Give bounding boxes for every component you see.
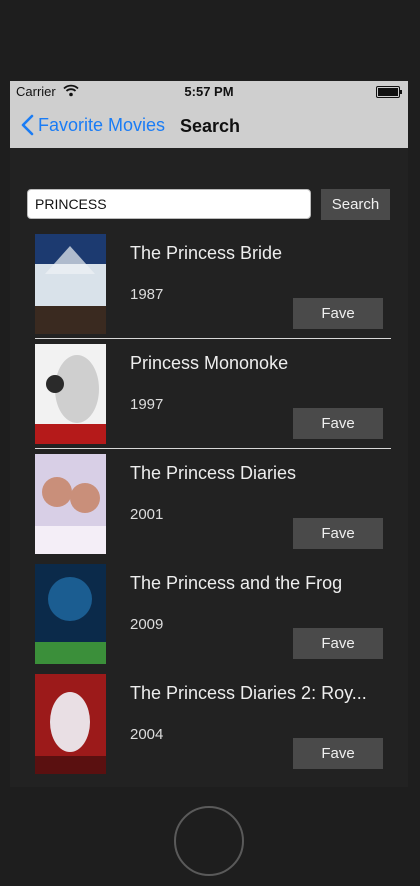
movie-title: The Princess and the Frog: [130, 573, 343, 593]
movie-title: The Princess Diaries 2: Roy...: [130, 683, 367, 703]
fave-button[interactable]: Fave: [293, 738, 383, 769]
page-title: Search: [180, 116, 241, 136]
search-input[interactable]: [27, 189, 311, 219]
movie-poster: [35, 344, 106, 444]
battery-icon: [376, 86, 402, 98]
list-item[interactable]: The Princess Diaries 2: Roy... 2004 Fave: [10, 669, 408, 779]
navigation-bar: Favorite Movies Search: [10, 103, 408, 148]
list-item[interactable]: The Princess and the Frog 2009 Fave: [10, 559, 408, 669]
movie-poster: [35, 674, 106, 774]
list-item[interactable]: Princess Mononoke 1997 Fave: [10, 339, 408, 449]
list-item[interactable]: The Princess Bride 1987 Fave: [10, 229, 408, 339]
movie-title: Princess Mononoke: [130, 353, 289, 373]
fave-button[interactable]: Fave: [293, 298, 383, 329]
status-bar: Carrier 5:57 PM: [10, 81, 408, 103]
movie-year: 1987: [130, 286, 164, 303]
back-button-label: Favorite Movies: [38, 114, 166, 135]
status-time: 5:57 PM: [184, 84, 234, 99]
fave-button[interactable]: Fave: [293, 518, 383, 549]
movie-poster: [35, 454, 106, 554]
back-button[interactable]: Favorite Movies: [18, 113, 165, 137]
movie-title: The Princess Diaries: [130, 463, 297, 483]
movie-poster: [35, 234, 106, 334]
search-button[interactable]: Search: [321, 189, 390, 220]
list-item[interactable]: The Princess Diaries 2001 Fave: [10, 449, 408, 559]
movie-year: 1997: [130, 396, 164, 413]
movie-title: The Princess Bride: [130, 243, 283, 263]
movie-poster: [35, 564, 106, 664]
fave-button[interactable]: Fave: [293, 628, 383, 659]
movie-year: 2009: [130, 616, 164, 633]
chevron-left-icon: [21, 114, 34, 136]
movie-year: 2001: [130, 506, 164, 523]
device-top-bezel: [0, 0, 420, 81]
phone-screen: Carrier 5:57 PM Favorite Movies Search S…: [10, 81, 408, 787]
home-button[interactable]: [174, 806, 244, 876]
fave-button[interactable]: Fave: [293, 408, 383, 439]
movie-year: 2004: [130, 726, 164, 743]
